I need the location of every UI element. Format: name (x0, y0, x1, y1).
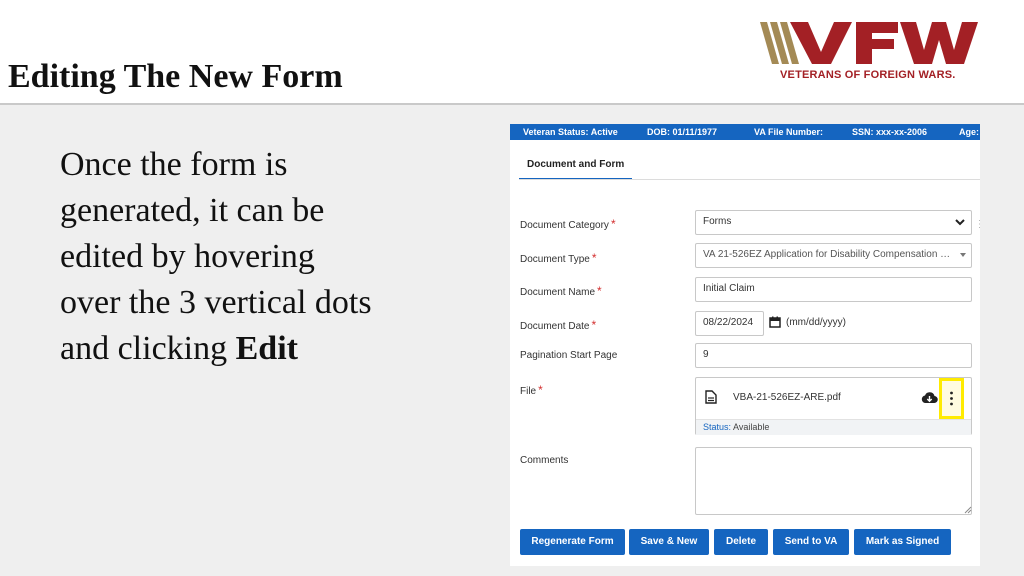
document-name-label: Document Name * (520, 284, 602, 298)
age: Age: (959, 127, 979, 137)
veteran-status-bar: Veteran Status: Active DOB: 01/11/1977 V… (510, 124, 980, 140)
logo-tagline: VETERANS OF FOREIGN WARS. (780, 69, 956, 81)
required-mark: * (610, 217, 616, 231)
file-icon (705, 390, 717, 404)
file-status-value: Available (733, 422, 770, 432)
mark-as-signed-button[interactable]: Mark as Signed (854, 529, 951, 555)
document-date-label-text: Document Date (520, 321, 590, 332)
document-date-value: 08/22/2024 (703, 317, 754, 328)
more-menu-highlight[interactable] (939, 378, 964, 419)
instruction-line: generated, it can be (60, 192, 325, 229)
delete-button[interactable]: Delete (714, 529, 768, 555)
document-type-label: Document Type * (520, 251, 597, 265)
resize-grip-icon[interactable] (964, 506, 972, 514)
send-to-va-button[interactable]: Send to VA (773, 529, 849, 555)
chevron-down-icon (955, 219, 965, 226)
document-type-select[interactable]: VA 21-526EZ Application for Disability C… (695, 243, 972, 268)
instruction-text: Once the form is generated, it can be ed… (60, 142, 490, 372)
document-category-select[interactable]: Forms (695, 210, 972, 235)
calendar-icon[interactable] (769, 316, 781, 328)
file-name[interactable]: VBA-21-526EZ-ARE.pdf (733, 392, 841, 403)
slide-title: Editing The New Form (8, 58, 343, 95)
pagination-start-input[interactable]: 9 (695, 343, 972, 368)
document-category-label: Document Category * (520, 217, 616, 231)
instruction-line: and clicking Edit (60, 326, 490, 372)
edit-keyword: Edit (235, 330, 298, 367)
truncated-edge-icon: ⋮ (975, 219, 980, 230)
document-form-panel: Veteran Status: Active DOB: 01/11/1977 V… (510, 124, 980, 566)
document-date-input[interactable]: 08/22/2024 (695, 311, 764, 336)
vfw-logo-mark (760, 22, 978, 64)
comments-textarea[interactable] (695, 447, 972, 515)
file-attachment: VBA-21-526EZ-ARE.pdf Status: Available (695, 377, 972, 435)
document-category-value: Forms (703, 216, 732, 227)
file-status: Status: Available (696, 419, 971, 435)
more-vertical-icon[interactable] (950, 391, 953, 406)
document-type-label-text: Document Type (520, 254, 590, 265)
veteran-status: Veteran Status: Active (523, 127, 618, 137)
slide-header: Editing The New Form VETERANS OF FOREIGN… (0, 0, 1024, 103)
dob: DOB: 01/11/1977 (647, 127, 718, 137)
va-file-number: VA File Number: (754, 127, 824, 137)
instruction-line: over the 3 vertical dots (60, 284, 372, 321)
document-date-label: Document Date * (520, 318, 596, 332)
document-category-label-text: Document Category (520, 220, 609, 231)
ssn: SSN: xxx-xx-2006 (852, 127, 928, 137)
date-format-hint: (mm/dd/yyyy) (786, 317, 846, 328)
instruction-line: edited by hovering (60, 238, 315, 275)
vfw-logo: VETERANS OF FOREIGN WARS. (760, 20, 984, 86)
instruction-line: Once the form is (60, 146, 288, 183)
required-mark: * (538, 383, 543, 397)
regenerate-form-button[interactable]: Regenerate Form (520, 529, 625, 555)
required-mark: * (597, 284, 602, 298)
document-type-value: VA 21-526EZ Application for Disability C… (703, 249, 966, 260)
tab-document-and-form[interactable]: Document and Form (519, 154, 633, 180)
document-name-label-text: Document Name (520, 287, 596, 298)
instruction-prefix: and clicking (60, 330, 236, 367)
document-name-value: Initial Claim (703, 283, 755, 294)
caret-down-icon (960, 253, 966, 257)
tab-divider (519, 179, 980, 180)
pagination-start-label: Pagination Start Page (520, 350, 618, 361)
file-label: File * (520, 383, 543, 397)
pagination-start-value: 9 (703, 349, 709, 360)
document-name-input[interactable]: Initial Claim (695, 277, 972, 302)
required-mark: * (591, 251, 597, 265)
file-status-key: Status: (703, 422, 732, 432)
cloud-download-icon[interactable] (921, 391, 938, 404)
file-label-text: File (520, 386, 537, 397)
save-and-new-button[interactable]: Save & New (629, 529, 709, 555)
required-mark: * (591, 318, 597, 332)
comments-label: Comments (520, 455, 569, 466)
